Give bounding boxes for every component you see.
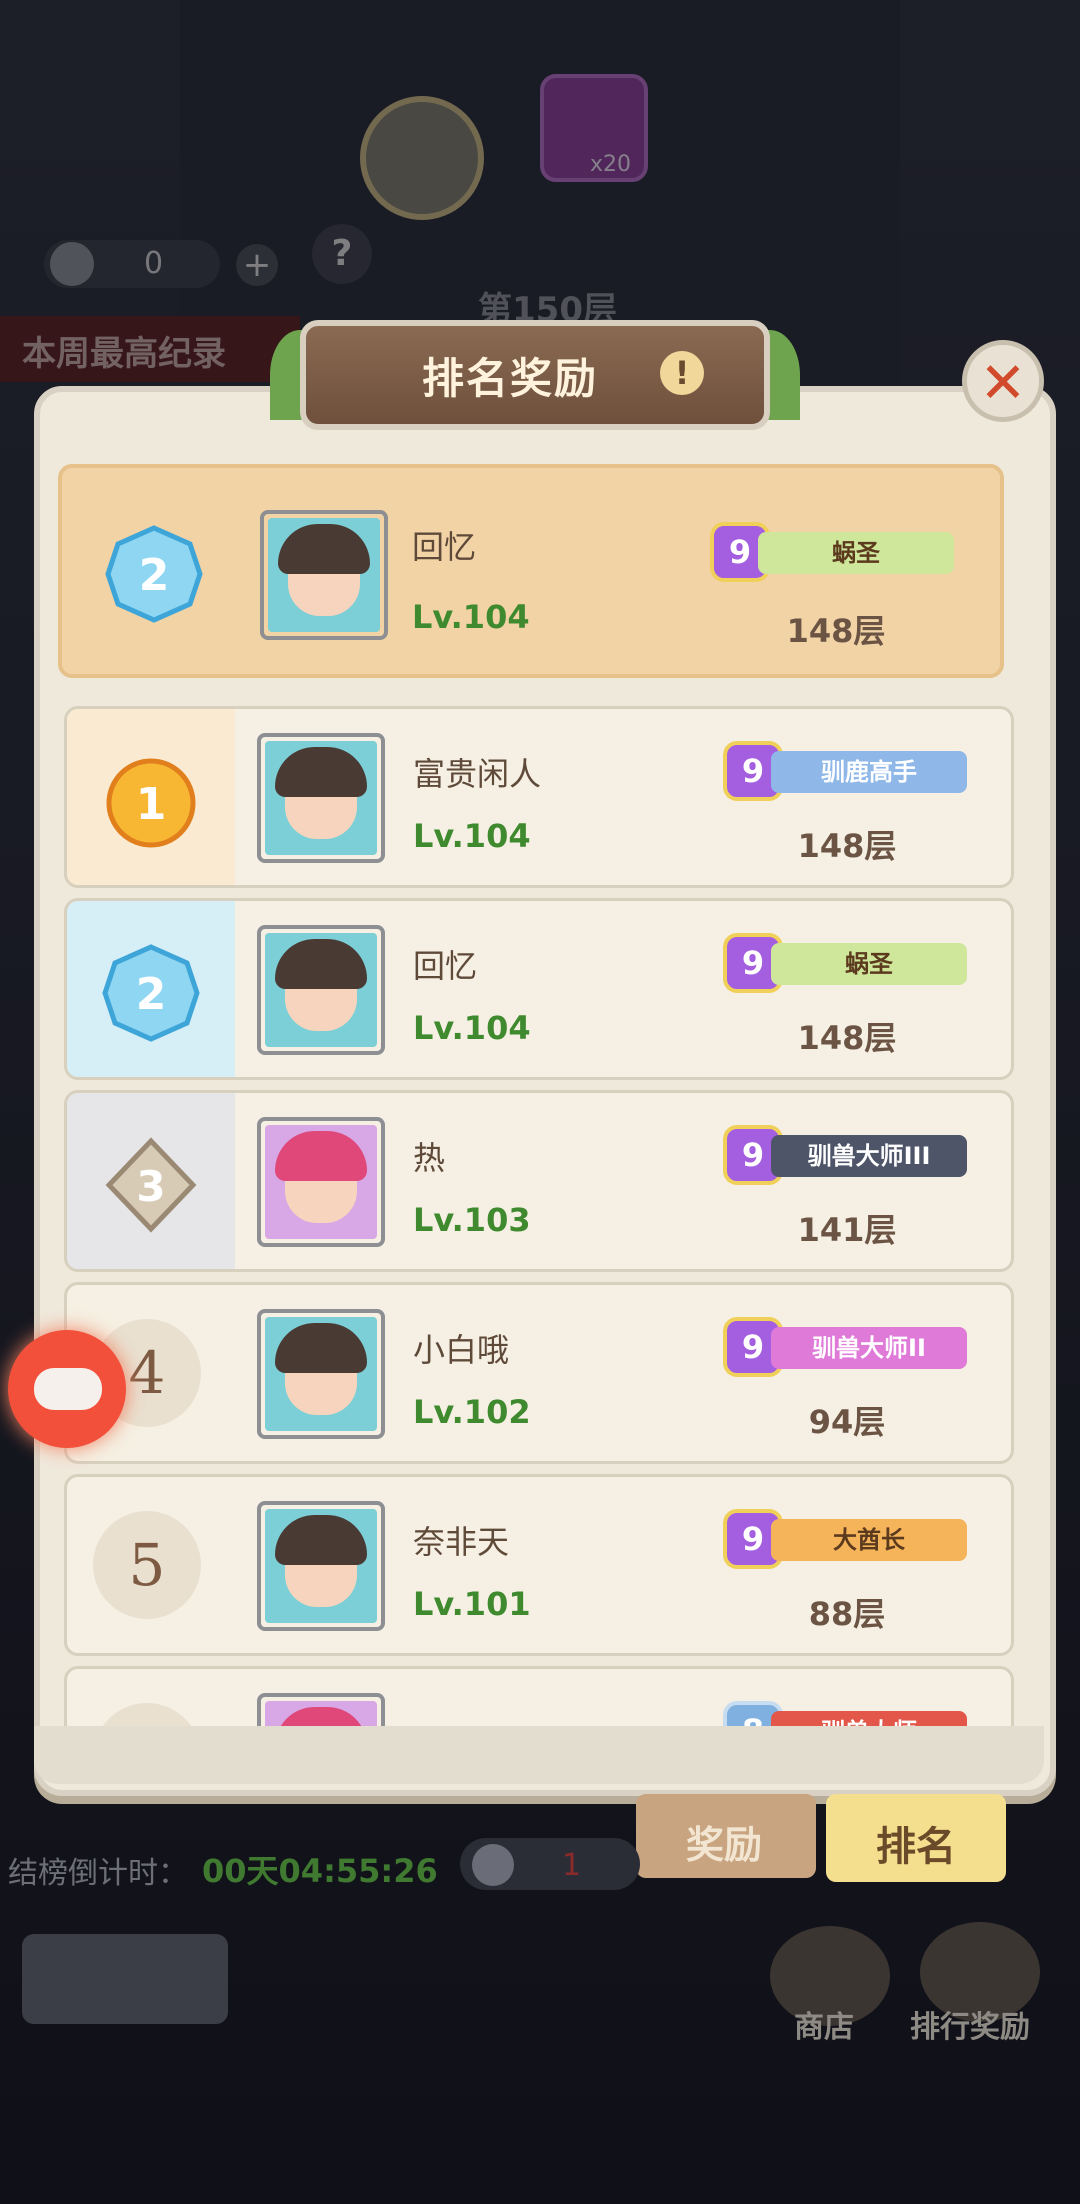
avatar[interactable] bbox=[257, 733, 385, 863]
rank-2-diamond-icon: 2 bbox=[102, 944, 200, 1042]
title-text: 驯兽大师III bbox=[771, 1135, 967, 1177]
player-level: Lv.104 bbox=[412, 598, 530, 636]
rank-number bbox=[93, 1703, 201, 1726]
player-level: Lv.102 bbox=[413, 1393, 531, 1431]
player-level: Lv.101 bbox=[413, 1585, 531, 1623]
rank-row: 2 回忆 Lv.104 9 蜗圣 148层 bbox=[64, 898, 1014, 1080]
player-name: 小白哦 bbox=[413, 1331, 510, 1369]
title-badge: 9 大酋长 bbox=[723, 1509, 973, 1569]
floor-count: 148层 bbox=[797, 1019, 897, 1057]
title-badge: 9 蜗圣 bbox=[710, 522, 960, 582]
player-level: Lv.104 bbox=[413, 1009, 531, 1047]
token-icon bbox=[472, 1844, 514, 1886]
title-badge: 8 驯兽大师 bbox=[723, 1701, 973, 1726]
rank-2-diamond-icon: 2 bbox=[105, 525, 203, 623]
exclamation-icon[interactable]: ! bbox=[660, 351, 704, 395]
title-text: 驯鹿高手 bbox=[771, 751, 967, 793]
my-rank-row: 2 回忆 Lv.104 9 蜗圣 148层 bbox=[58, 464, 1004, 678]
player-level: Lv.104 bbox=[413, 817, 531, 855]
rank-number: 3 bbox=[136, 1162, 165, 1211]
player-name: 回忆 bbox=[413, 947, 478, 985]
avatar[interactable] bbox=[257, 1309, 385, 1439]
rank-row: 1 富贵闲人 Lv.104 9 驯鹿高手 148层 bbox=[64, 706, 1014, 888]
rank-row: 3 热 Lv.103 9 驯兽大师III 141层 bbox=[64, 1090, 1014, 1272]
rank-number: 5 bbox=[93, 1511, 201, 1619]
countdown-value: 00天04:55:26 bbox=[202, 1852, 438, 1890]
player-name: 回忆 bbox=[412, 528, 477, 566]
player-level: Lv.103 bbox=[413, 1201, 531, 1239]
avatar[interactable] bbox=[257, 1117, 385, 1247]
back-button[interactable] bbox=[22, 1934, 228, 2024]
rank-row: 8 驯兽大师 bbox=[64, 1666, 1014, 1726]
player-name: 奈非天 bbox=[413, 1523, 510, 1561]
rank-3-stone-medal-icon: 3 bbox=[105, 1137, 197, 1233]
title-text: 大酋长 bbox=[771, 1519, 967, 1561]
avatar[interactable] bbox=[257, 925, 385, 1055]
title-badge: 9 驯兽大师III bbox=[723, 1125, 973, 1185]
player-name: 富贵闲人 bbox=[413, 755, 542, 793]
floor-count: 94层 bbox=[808, 1403, 886, 1441]
list-clip: 8 驯兽大师 bbox=[64, 1662, 1014, 1726]
title-badge: 9 驯鹿高手 bbox=[723, 741, 973, 801]
tab-rewards-label: 奖励 bbox=[686, 1823, 763, 1867]
rank-1-gold-medal-icon: 1 bbox=[106, 758, 196, 848]
tab-ranking-label: 排名 bbox=[876, 1824, 956, 1870]
title-text: 驯兽大师II bbox=[771, 1327, 967, 1369]
title-text: 蜗圣 bbox=[758, 532, 954, 574]
floor-count: 148层 bbox=[797, 827, 897, 865]
rank-row: 4 小白哦 Lv.102 9 驯兽大师II 94层 bbox=[64, 1282, 1014, 1464]
floor-count: 141层 bbox=[797, 1211, 897, 1249]
rank-rewards-label: 排行奖励 bbox=[910, 2010, 1030, 2045]
title-text: 驯兽大师 bbox=[771, 1711, 967, 1726]
gamepad-icon bbox=[34, 1368, 102, 1410]
floor-count: 148层 bbox=[786, 612, 886, 650]
title-badge: 9 蜗圣 bbox=[723, 933, 973, 993]
player-name: 热 bbox=[413, 1139, 446, 1177]
rank-number: 2 bbox=[139, 550, 170, 601]
panel-bottom-rim bbox=[34, 1726, 1044, 1784]
avatar[interactable] bbox=[257, 1693, 385, 1726]
title-text: 蜗圣 bbox=[771, 943, 967, 985]
countdown-label: 结榜倒计时： bbox=[8, 1856, 188, 1891]
rank-number: 1 bbox=[136, 779, 167, 830]
rank-row: 5 奈非天 Lv.101 9 大酋长 88层 bbox=[64, 1474, 1014, 1656]
panel-title: 排名奖励 bbox=[421, 354, 598, 403]
floor-count: 88层 bbox=[808, 1595, 886, 1633]
avatar[interactable] bbox=[260, 510, 388, 640]
title-badge: 9 驯兽大师II bbox=[723, 1317, 973, 1377]
avatar[interactable] bbox=[257, 1501, 385, 1631]
close-icon[interactable]: ✕ bbox=[962, 340, 1044, 422]
shop-label: 商店 bbox=[794, 2010, 854, 2045]
token-count: 1 bbox=[562, 1848, 582, 1883]
rank-number: 2 bbox=[136, 969, 167, 1020]
